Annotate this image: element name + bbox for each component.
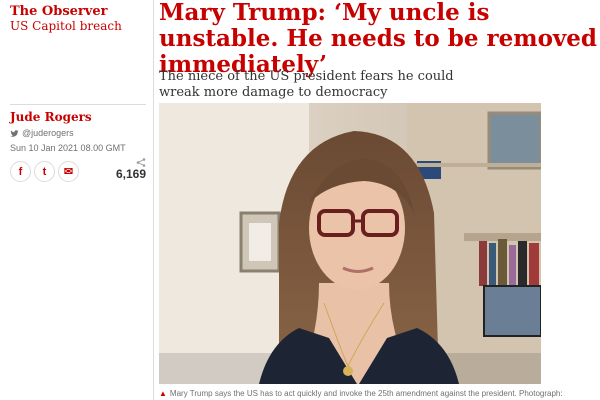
portrait-photo (159, 103, 541, 384)
caption-triangle-icon: ▲ (159, 389, 167, 398)
email-icon: ✉ (63, 166, 74, 178)
share-buttons: f t ✉ (10, 161, 79, 182)
twitter-handle-link[interactable]: @juderogers (10, 128, 74, 138)
author-link[interactable]: Jude Rogers (10, 110, 92, 124)
meta-divider (10, 104, 146, 105)
twitter-handle-text: @juderogers (22, 128, 74, 138)
twitter-share-button[interactable]: t (34, 161, 55, 182)
column-divider (153, 0, 154, 400)
article-headline: Mary Trump: ‘My uncle is unstable. He ne… (159, 0, 597, 78)
article-standfirst: The niece of the US president fears he c… (159, 69, 454, 100)
email-share-button[interactable]: ✉ (58, 161, 79, 182)
image-caption: ▲ Mary Trump says the US has to act quick… (159, 389, 600, 398)
publish-date: Sun 10 Jan 2021 08.00 GMT (10, 143, 126, 153)
facebook-icon: f (18, 165, 23, 178)
section-label: The Observer US Capitol breach (10, 4, 122, 33)
twitter-icon: t (42, 165, 47, 178)
share-count: 6,169 (116, 158, 146, 181)
article-meta-column: The Observer US Capitol breach Jude Roge… (0, 0, 153, 400)
share-icon (136, 158, 146, 167)
caption-text: Mary Trump says the US has to act quickl… (169, 389, 563, 398)
section-title-link[interactable]: The Observer (10, 4, 122, 19)
article-main-image[interactable] (159, 103, 541, 384)
twitter-bird-icon (10, 129, 19, 137)
share-count-value: 6,169 (116, 167, 147, 181)
facebook-share-button[interactable]: f (10, 161, 31, 182)
series-link[interactable]: US Capitol breach (10, 19, 122, 33)
